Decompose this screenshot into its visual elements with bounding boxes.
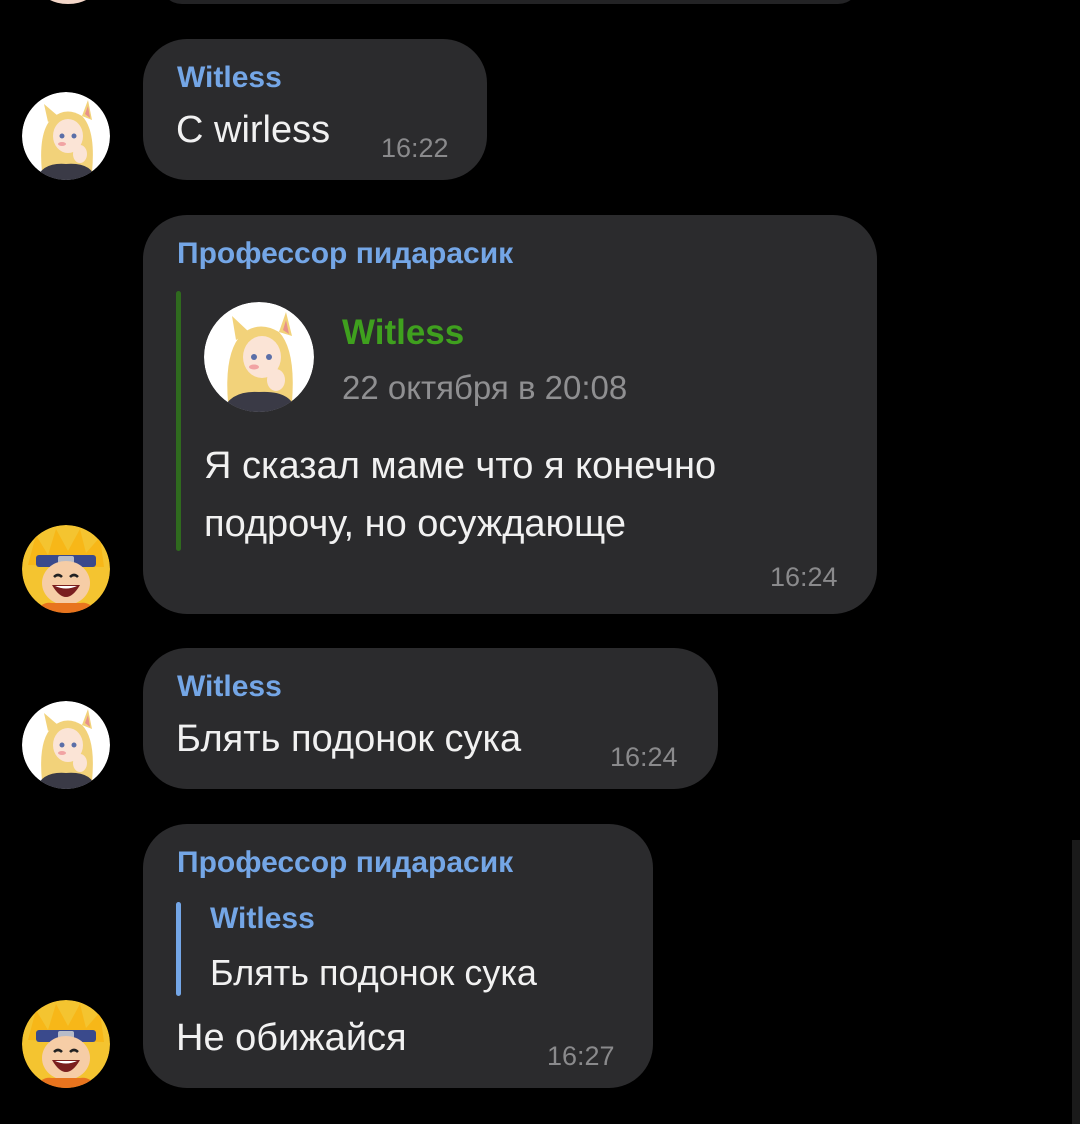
- forwarded-text-line-2: подрочу, но осуждающе: [204, 503, 627, 545]
- professor-avatar-icon[interactable]: [22, 525, 110, 613]
- message-bubble-fragment: [160, 0, 860, 4]
- forwarded-message-bubble[interactable]: Профессор пидарасик Witless 22 октября в…: [143, 215, 877, 614]
- witless-avatar-icon[interactable]: [22, 92, 110, 180]
- reply-bar[interactable]: [176, 902, 181, 996]
- avatar-fragment: [40, 0, 96, 4]
- message-text: Не обижайся: [176, 1017, 407, 1059]
- reply-author-name[interactable]: Witless: [210, 902, 315, 936]
- reply-message-bubble[interactable]: Профессор пидарасик Witless Блять подоно…: [143, 824, 653, 1088]
- message-bubble[interactable]: Witless С wirless 16:22: [143, 39, 487, 180]
- sender-name[interactable]: Witless: [177, 61, 282, 95]
- message-bubble[interactable]: Witless Блять подонок сука 16:24: [143, 648, 718, 789]
- forward-bar: [176, 291, 181, 551]
- witless-avatar-icon[interactable]: [22, 701, 110, 789]
- professor-avatar-icon[interactable]: [22, 1000, 110, 1088]
- message-time: 16:27: [547, 1041, 615, 1071]
- message-text: Блять подонок сука: [176, 718, 522, 760]
- forwarded-author-name[interactable]: Witless: [342, 313, 464, 353]
- message-text: С wirless: [176, 109, 331, 151]
- forwarded-date: 22 октября в 20:08: [342, 369, 628, 406]
- message-time: 16:22: [381, 133, 449, 163]
- message-time: 16:24: [770, 562, 838, 592]
- reply-quoted-text[interactable]: Блять подонок сука: [210, 952, 537, 994]
- chat-view: Witless С wirless 16:22 Профессор пидара…: [0, 0, 1080, 1124]
- forwarded-author-avatar-icon[interactable]: [204, 302, 314, 412]
- scrollbar[interactable]: [1072, 840, 1080, 1124]
- sender-name[interactable]: Профессор пидарасик: [177, 846, 513, 880]
- sender-name[interactable]: Профессор пидарасик: [177, 237, 513, 271]
- message-time: 16:24: [610, 742, 678, 772]
- forwarded-text-line-1: Я сказал маме что я конечно: [204, 445, 717, 487]
- sender-name[interactable]: Witless: [177, 670, 282, 704]
